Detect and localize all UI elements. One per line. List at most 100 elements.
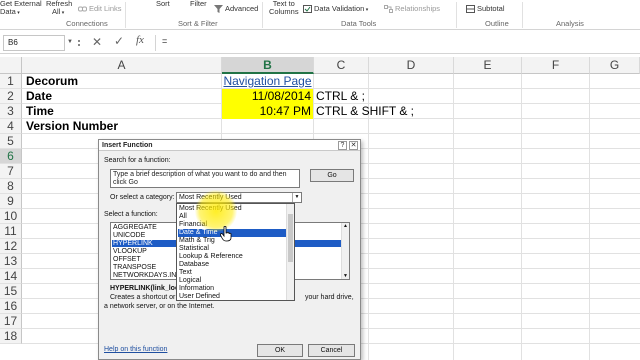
enter-entry-icon[interactable]: ✓ (114, 34, 124, 48)
cell-a1[interactable]: Decorum (26, 74, 78, 89)
row-header-15[interactable]: 15 (0, 284, 22, 299)
category-option[interactable]: User Defined (178, 293, 286, 301)
category-option-selected[interactable]: Date & Time (178, 229, 286, 237)
category-option[interactable]: Statistical (178, 245, 286, 253)
name-box-dropdown-icon[interactable]: ▼ (67, 39, 73, 45)
edit-links-button[interactable]: Edit Links (78, 5, 122, 13)
cell-b1-hyperlink[interactable]: Navigation Page (222, 74, 313, 89)
subtotal-button[interactable]: Subtotal (466, 5, 505, 14)
cell-c3[interactable]: CTRL & SHIFT & ; (316, 104, 414, 119)
text-to-columns-button[interactable]: Text to Columns (269, 0, 299, 16)
select-all-corner[interactable] (0, 57, 22, 74)
row-header-2[interactable]: 2 (0, 89, 22, 104)
row-header-18[interactable]: 18 (0, 329, 22, 344)
cell-c2[interactable]: CTRL & ; (316, 89, 365, 104)
category-dropdown-scrollbar[interactable] (286, 204, 294, 300)
column-header-g[interactable]: G (590, 57, 640, 74)
row-header-17[interactable]: 17 (0, 314, 22, 329)
scroll-up-icon[interactable]: ▲ (343, 223, 348, 229)
data-label: Data (0, 7, 16, 16)
dialog-close-button[interactable]: ✕ (349, 141, 358, 150)
function-item[interactable]: OFFSET (113, 256, 141, 263)
formula-bar: B6 ▼ ✕ ✓ fx = (0, 32, 640, 54)
cell-a3[interactable]: Time (26, 104, 54, 119)
function-item[interactable]: TRANSPOSE (113, 264, 156, 271)
row-header-11[interactable]: 11 (0, 224, 22, 239)
dialog-title: Insert Function (99, 140, 360, 151)
category-option[interactable]: Logical (178, 277, 286, 285)
row-header-1[interactable]: 1 (0, 74, 22, 89)
cell-a4[interactable]: Version Number (26, 119, 118, 134)
column-header-b[interactable]: B (222, 57, 314, 74)
row-header-9[interactable]: 9 (0, 194, 22, 209)
category-option[interactable]: Lookup & Reference (178, 253, 286, 261)
filter-advanced-icon (214, 5, 223, 14)
row-header-7[interactable]: 7 (0, 164, 22, 179)
column-header-e[interactable]: E (454, 57, 522, 74)
category-option[interactable]: Information (178, 285, 286, 293)
row-header-6[interactable]: 6 (0, 149, 22, 164)
go-button[interactable]: Go (310, 169, 354, 182)
sort-button[interactable]: Sort (156, 0, 170, 8)
subtotal-icon (466, 5, 475, 14)
description-line1-right: your hard drive, (305, 294, 354, 301)
category-select[interactable]: Most Recently Used▼ (176, 192, 302, 203)
function-item[interactable]: UNICODE (113, 232, 145, 239)
function-search-input[interactable]: Type a brief description of what you wan… (110, 169, 300, 188)
group-outline: Outline (485, 19, 509, 28)
help-on-function-link[interactable]: Help on this function (104, 346, 167, 353)
function-item[interactable]: AGGREGATE (113, 224, 157, 231)
select-function-label: Select a function: (104, 211, 158, 218)
data-validation-icon (303, 5, 312, 14)
dialog-help-button[interactable]: ? (338, 141, 347, 150)
function-item[interactable]: NETWORKDAYS.INTL (113, 272, 184, 279)
column-header-d[interactable]: D (369, 57, 454, 74)
ok-button[interactable]: OK (257, 344, 303, 357)
row-header-10[interactable]: 10 (0, 209, 22, 224)
filter-button[interactable]: Filter (190, 0, 207, 8)
insert-function-button[interactable]: fx (136, 34, 144, 46)
column-header-a[interactable]: A (22, 57, 222, 74)
all-label: All (52, 7, 61, 16)
relationships-button[interactable]: Relationships (384, 5, 440, 14)
column-header-c[interactable]: C (314, 57, 369, 74)
cancel-button[interactable]: Cancel (308, 344, 355, 357)
column-header-f[interactable]: F (522, 57, 590, 74)
category-option[interactable]: Text (178, 269, 286, 277)
insert-function-dialog: Insert Function ? ✕ Search for a functio… (98, 139, 361, 360)
group-data-tools: Data Tools (341, 19, 377, 28)
cancel-entry-icon[interactable]: ✕ (92, 35, 102, 49)
row-header-13[interactable]: 13 (0, 254, 22, 269)
data-validation-button[interactable]: Data Validation ▾ (303, 5, 368, 14)
row-header-8[interactable]: 8 (0, 179, 22, 194)
scroll-down-icon[interactable]: ▼ (343, 273, 348, 279)
advanced-label: Advanced (225, 4, 259, 13)
category-option[interactable]: Math & Trig (178, 237, 286, 245)
function-signature: HYPERLINK(link_loc (110, 285, 179, 292)
edit-links-label: Edit Links (89, 4, 122, 13)
category-option[interactable]: Database (178, 261, 286, 269)
mouse-cursor-icon (220, 226, 232, 242)
function-item[interactable]: VLOOKUP (113, 248, 147, 255)
description-line1-left: Creates a shortcut or (110, 294, 176, 301)
cell-b3[interactable]: 10:47 PM (222, 104, 313, 119)
row-header-12[interactable]: 12 (0, 239, 22, 254)
scrollbar-thumb[interactable] (288, 214, 293, 262)
formula-input[interactable]: = (162, 36, 167, 46)
get-external-data-button[interactable]: Get External Data ▾ (0, 0, 42, 17)
category-label: Or select a category: (110, 194, 175, 201)
function-list-scrollbar[interactable]: ▲ ▼ (341, 223, 349, 279)
row-header-3[interactable]: 3 (0, 104, 22, 119)
row-header-5[interactable]: 5 (0, 134, 22, 149)
cell-b2[interactable]: 11/08/2014 (222, 89, 313, 104)
chevron-down-icon[interactable]: ▼ (292, 193, 301, 202)
advanced-filter-button[interactable]: Advanced (214, 4, 259, 14)
name-box[interactable]: B6 (3, 35, 65, 51)
row-header-16[interactable]: 16 (0, 299, 22, 314)
row-header-4[interactable]: 4 (0, 119, 22, 134)
group-connections: Connections (66, 19, 108, 28)
refresh-all-button[interactable]: Refresh All ▾ (46, 0, 72, 17)
group-sort-filter: Sort & Filter (178, 19, 218, 28)
cell-a2[interactable]: Date (26, 89, 52, 104)
row-header-14[interactable]: 14 (0, 269, 22, 284)
